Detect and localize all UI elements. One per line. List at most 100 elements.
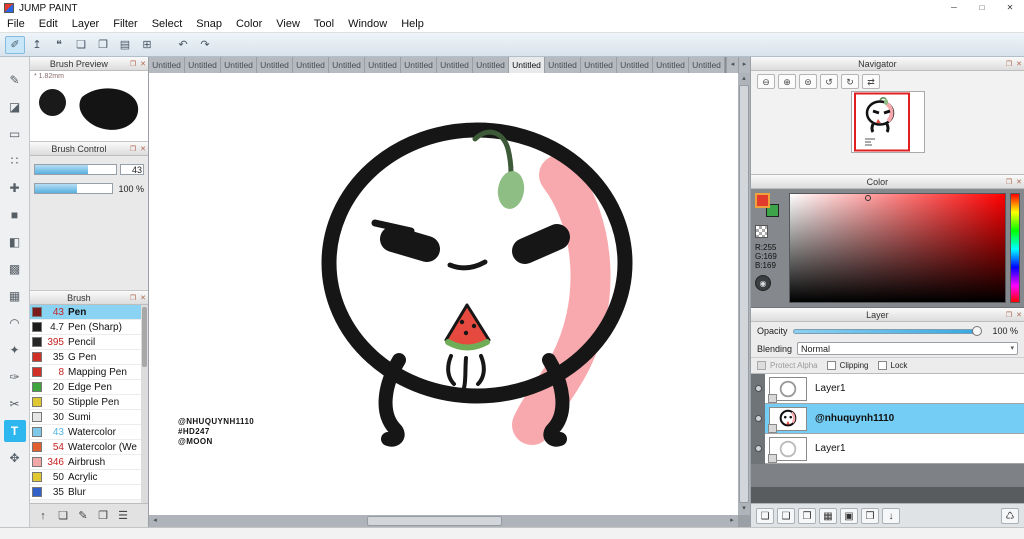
blending-select[interactable]: Normal ▾: [797, 342, 1018, 355]
transfer-layer-icon[interactable]: ❒: [861, 507, 879, 524]
brush-item[interactable]: 50 Acrylic: [30, 470, 148, 485]
brush-item[interactable]: 50 Stipple Pen: [30, 395, 148, 410]
zoom-in-icon[interactable]: ⊕: [778, 74, 796, 89]
layer-row[interactable]: Layer1: [751, 373, 1024, 404]
minimize-button[interactable]: ─: [940, 0, 968, 16]
foreground-color-swatch[interactable]: [755, 193, 770, 208]
document-tab[interactable]: Untitled: [545, 57, 581, 73]
menu-item-file[interactable]: File: [0, 16, 32, 33]
document-tab[interactable]: Untitled: [257, 57, 293, 73]
scroll-right-icon[interactable]: ▸: [726, 515, 738, 527]
spread-button[interactable]: ▤: [115, 36, 135, 54]
document-tab[interactable]: Untitled: [653, 57, 689, 73]
transparent-color-swatch[interactable]: [755, 225, 768, 238]
brush-list-scrollbar[interactable]: [141, 305, 148, 503]
dot-pen-tool[interactable]: ∷: [4, 150, 26, 172]
horizontal-scroll-thumb[interactable]: [366, 516, 503, 526]
layer-row[interactable]: Layer1: [751, 433, 1024, 464]
panel-close-icon[interactable]: ✕: [138, 294, 148, 302]
tab-scroll-left-icon[interactable]: ◂: [726, 57, 738, 73]
move-tool[interactable]: ✚: [4, 177, 26, 199]
duplicate-brush-icon[interactable]: ❐: [95, 509, 111, 522]
undo-button[interactable]: ↶: [173, 36, 193, 54]
rotate-ccw-icon[interactable]: ↺: [820, 74, 838, 89]
eyedropper-icon[interactable]: ◉: [755, 275, 771, 291]
brush-up-icon[interactable]: ↑: [35, 510, 51, 522]
panel-close-icon[interactable]: ✕: [138, 60, 148, 68]
brush-item[interactable]: 35 Blur: [30, 485, 148, 500]
layer-folder-icon[interactable]: ▣: [840, 507, 858, 524]
menu-item-tool[interactable]: Tool: [307, 16, 341, 33]
document-tab[interactable]: Untitled: [329, 57, 365, 73]
menu-item-help[interactable]: Help: [394, 16, 431, 33]
navigator-thumbnail[interactable]: [850, 91, 925, 153]
select-tool[interactable]: ▦: [4, 285, 26, 307]
shape-tool[interactable]: ▭: [4, 123, 26, 145]
panel-popout-icon[interactable]: ❐: [1004, 178, 1014, 186]
document-tab[interactable]: Untitled: [581, 57, 617, 73]
lasso-tool[interactable]: ◠: [4, 312, 26, 334]
eraser-tool[interactable]: ◪: [4, 96, 26, 118]
brush-item[interactable]: 4.7 Pen (Sharp): [30, 320, 148, 335]
vertical-scrollbar[interactable]: ▴ ▾: [738, 73, 750, 515]
menu-item-snap[interactable]: Snap: [189, 16, 229, 33]
panel-close-icon[interactable]: ✕: [138, 145, 148, 153]
panel-popout-icon[interactable]: ❐: [128, 60, 138, 68]
document-tab[interactable]: Untitled: [689, 57, 725, 73]
layer-visibility-icon[interactable]: [754, 445, 762, 452]
opacity-slider[interactable]: [792, 325, 982, 336]
horizontal-scrollbar[interactable]: ◂ ▸: [149, 515, 738, 527]
panel-layout-button[interactable]: ❏: [71, 36, 91, 54]
delete-layer-icon[interactable]: ♺: [1001, 507, 1019, 524]
add-layer-icon[interactable]: ❏: [756, 507, 774, 524]
redo-button[interactable]: ↷: [195, 36, 215, 54]
brush-menu-icon[interactable]: ☰: [115, 509, 131, 522]
pages-button[interactable]: ❐: [93, 36, 113, 54]
brush-size-value[interactable]: 43: [120, 164, 144, 175]
duplicate-layer-icon[interactable]: ❐: [798, 507, 816, 524]
brush-opacity-slider[interactable]: [34, 183, 113, 194]
merge-down-icon[interactable]: ↓: [882, 507, 900, 524]
menu-item-color[interactable]: Color: [229, 16, 269, 33]
drawing-canvas[interactable]: @NHUQUYNH1110 #HD247 @MOON: [149, 73, 738, 515]
panel-popout-icon[interactable]: ❐: [1004, 311, 1014, 319]
zoom-out-icon[interactable]: ⊖: [757, 74, 775, 89]
layer-visibility-icon[interactable]: [754, 385, 762, 392]
gradient-tool[interactable]: ▩: [4, 258, 26, 280]
menu-item-layer[interactable]: Layer: [65, 16, 107, 33]
add-brush-icon[interactable]: ❏: [55, 509, 71, 522]
menu-item-edit[interactable]: Edit: [32, 16, 65, 33]
scroll-down-icon[interactable]: ▾: [738, 503, 750, 515]
opacity-slider-knob[interactable]: [972, 325, 982, 336]
panel-close-icon[interactable]: ✕: [1014, 311, 1024, 319]
brush-item[interactable]: 43 Watercolor: [30, 425, 148, 440]
canvas-viewport[interactable]: @NHUQUYNH1110 #HD247 @MOON ◂ ▸ ▴ ▾: [149, 73, 750, 527]
export-button[interactable]: ↥: [27, 36, 47, 54]
panel-popout-icon[interactable]: ❐: [128, 145, 138, 153]
slice-tool[interactable]: ✂: [4, 393, 26, 415]
brush-item[interactable]: 346 Airbrush: [30, 455, 148, 470]
comment-button[interactable]: ❝: [49, 36, 69, 54]
flip-icon[interactable]: ⇄: [862, 74, 880, 89]
scroll-up-icon[interactable]: ▴: [738, 73, 750, 85]
brush-item[interactable]: 54 Watercolor (We: [30, 440, 148, 455]
layer-visibility-icon[interactable]: [754, 415, 762, 422]
layer-row-selected[interactable]: @nhuquynh1110: [751, 403, 1024, 434]
scroll-left-icon[interactable]: ◂: [149, 515, 161, 527]
brush-item[interactable]: 395 Pencil: [30, 335, 148, 350]
menu-item-view[interactable]: View: [269, 16, 307, 33]
document-tab[interactable]: Untitled: [293, 57, 329, 73]
brush-item[interactable]: 35 G Pen: [30, 350, 148, 365]
panel-popout-icon[interactable]: ❐: [1004, 60, 1014, 68]
vertical-scroll-thumb[interactable]: [739, 85, 749, 503]
protect-alpha-checkbox[interactable]: [757, 361, 766, 370]
panel-close-icon[interactable]: ✕: [1014, 178, 1024, 186]
maximize-button[interactable]: □: [968, 0, 996, 16]
brush-item[interactable]: 30 Sumi: [30, 410, 148, 425]
brush-item[interactable]: 20 Edge Pen: [30, 380, 148, 395]
menu-item-select[interactable]: Select: [145, 16, 190, 33]
color-picker-marker[interactable]: [865, 195, 872, 201]
document-tab[interactable]: Untitled: [221, 57, 257, 73]
zoom-reset-icon[interactable]: ⊜: [799, 74, 817, 89]
brush-item[interactable]: 43 Pen: [30, 305, 148, 320]
